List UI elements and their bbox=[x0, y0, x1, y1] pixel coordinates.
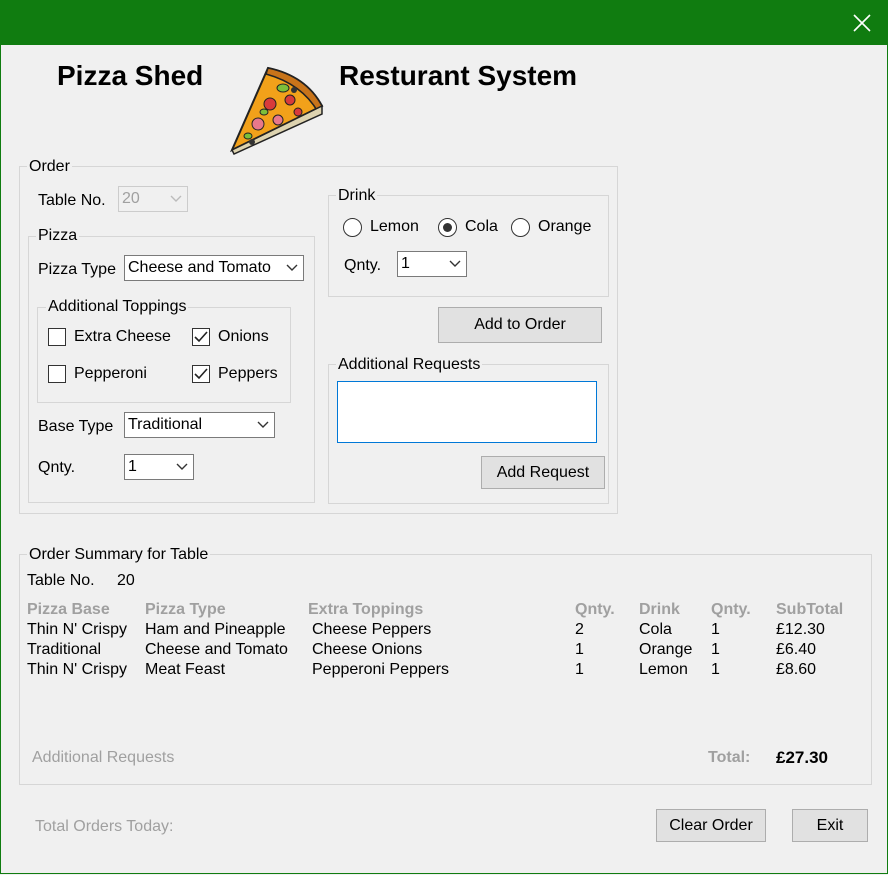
pepperoni-checkbox[interactable] bbox=[48, 365, 66, 383]
drink-qnty-select[interactable]: 1 bbox=[397, 251, 467, 277]
pizza-qnty-value: 1 bbox=[128, 458, 137, 475]
chevron-down-icon bbox=[165, 195, 187, 203]
table-cell: 1 bbox=[575, 641, 584, 658]
orange-label: Orange bbox=[538, 218, 592, 235]
toppings-legend: Additional Toppings bbox=[46, 298, 189, 316]
pizza-type-value: Cheese and Tomato bbox=[128, 259, 271, 276]
table-cell: Cheese Peppers bbox=[312, 621, 432, 638]
peppers-checkbox[interactable] bbox=[192, 365, 210, 383]
base-type-label: Base Type bbox=[38, 418, 114, 435]
toppings-group bbox=[37, 307, 291, 403]
col-header-subtotal: SubTotal bbox=[776, 601, 844, 618]
pizza-type-label: Pizza Type bbox=[38, 261, 116, 278]
close-icon bbox=[853, 13, 871, 32]
order-legend: Order bbox=[27, 158, 72, 176]
table-cell: Pepperoni Peppers bbox=[312, 661, 449, 678]
onions-checkbox[interactable] bbox=[192, 328, 210, 346]
table-cell: Orange bbox=[639, 641, 693, 658]
table-cell: Cola bbox=[639, 621, 672, 638]
total-value: £27.30 bbox=[776, 748, 828, 767]
summary-table-label: Table No. bbox=[27, 572, 95, 589]
summary-table-value: 20 bbox=[117, 572, 135, 589]
col-header-pizza-qnty: Qnty. bbox=[575, 601, 615, 618]
drink-qnty-label: Qnty. bbox=[344, 257, 382, 274]
table-cell: 1 bbox=[711, 621, 720, 638]
add-request-button[interactable]: Add Request bbox=[481, 456, 605, 489]
col-header-pizza-base: Pizza Base bbox=[27, 601, 110, 618]
orders-today-label: Total Orders Today: bbox=[35, 818, 174, 835]
table-cell: Cheese and Tomato bbox=[145, 641, 288, 658]
table-cell: 1 bbox=[711, 661, 720, 678]
table-no-value: 20 bbox=[122, 190, 140, 207]
summary-legend: Order Summary for Table bbox=[27, 546, 211, 564]
pizza-qnty-select[interactable]: 1 bbox=[124, 454, 194, 480]
requests-legend: Additional Requests bbox=[336, 356, 483, 374]
cola-radio[interactable] bbox=[438, 218, 457, 237]
table-cell: £8.60 bbox=[776, 661, 817, 678]
app-title-right: Resturant System bbox=[339, 60, 578, 91]
exit-button[interactable]: Exit bbox=[792, 809, 868, 842]
checkmark-icon bbox=[194, 368, 208, 380]
lemon-label: Lemon bbox=[370, 218, 419, 235]
drink-legend: Drink bbox=[336, 187, 378, 205]
table-cell: Ham and Pineapple bbox=[145, 621, 286, 638]
table-cell: 2 bbox=[575, 621, 584, 638]
chevron-down-icon bbox=[252, 421, 274, 429]
radio-dot-icon bbox=[443, 223, 452, 232]
table-no-label: Table No. bbox=[38, 192, 106, 209]
pizza-qnty-label: Qnty. bbox=[38, 459, 76, 476]
total-label: Total: bbox=[708, 749, 751, 766]
table-cell: 1 bbox=[575, 661, 584, 678]
col-header-pizza-type: Pizza Type bbox=[145, 601, 226, 618]
table-cell: Lemon bbox=[639, 661, 688, 678]
base-type-value: Traditional bbox=[128, 416, 203, 433]
chevron-down-icon bbox=[281, 264, 303, 272]
pizza-slice-icon bbox=[229, 66, 324, 155]
pepperoni-label: Pepperoni bbox=[74, 365, 147, 382]
peppers-label: Peppers bbox=[218, 365, 278, 382]
summary-additional-requests-label: Additional Requests bbox=[32, 749, 175, 766]
table-cell: Cheese Onions bbox=[312, 641, 423, 658]
clear-order-button[interactable]: Clear Order bbox=[656, 809, 766, 842]
extra-cheese-label: Extra Cheese bbox=[74, 328, 171, 345]
table-cell: Meat Feast bbox=[145, 661, 226, 678]
col-header-drink-qnty: Qnty. bbox=[711, 601, 751, 618]
orange-radio[interactable] bbox=[511, 218, 530, 237]
chevron-down-icon bbox=[171, 463, 193, 471]
table-cell: 1 bbox=[711, 641, 720, 658]
table-no-select[interactable]: 20 bbox=[118, 186, 188, 212]
app-title-left: Pizza Shed bbox=[57, 60, 204, 91]
base-type-select[interactable]: Traditional bbox=[124, 412, 275, 438]
drink-group bbox=[328, 195, 609, 297]
pizza-type-select[interactable]: Cheese and Tomato bbox=[124, 255, 304, 281]
add-to-order-button[interactable]: Add to Order bbox=[438, 307, 602, 343]
pizza-legend: Pizza bbox=[36, 227, 80, 245]
chevron-down-icon bbox=[444, 260, 466, 268]
lemon-radio[interactable] bbox=[343, 218, 362, 237]
onions-label: Onions bbox=[218, 328, 269, 345]
table-cell: Traditional bbox=[27, 641, 102, 658]
title-bar bbox=[0, 0, 888, 45]
table-cell: £6.40 bbox=[776, 641, 817, 658]
extra-cheese-checkbox[interactable] bbox=[48, 328, 66, 346]
cola-label: Cola bbox=[465, 218, 498, 235]
table-cell: Thin N' Crispy bbox=[27, 621, 127, 638]
close-button[interactable] bbox=[836, 0, 888, 45]
table-cell: £12.30 bbox=[776, 621, 825, 638]
requests-textarea[interactable] bbox=[337, 381, 597, 443]
table-cell: Thin N' Crispy bbox=[27, 661, 127, 678]
col-header-drink: Drink bbox=[639, 601, 680, 618]
checkmark-icon bbox=[194, 331, 208, 343]
col-header-extra-toppings: Extra Toppings bbox=[308, 601, 424, 618]
drink-qnty-value: 1 bbox=[401, 255, 410, 272]
